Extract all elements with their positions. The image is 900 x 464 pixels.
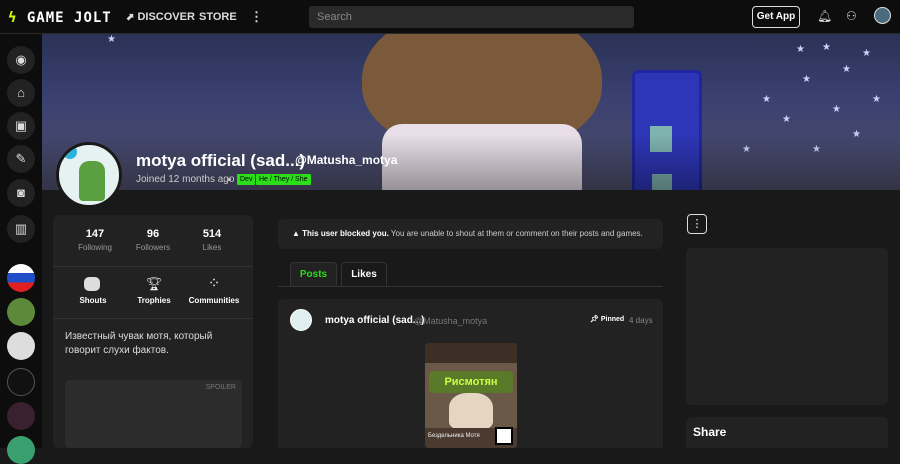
gamejolt-logo[interactable]: ϟ GAME JOLT [8,10,112,26]
profile-more-button[interactable]: ⋮ [687,214,707,234]
spoiler-block[interactable]: SPOILER [65,380,242,448]
friends-icon[interactable]: ⚇ [846,9,857,23]
community-avatar-3[interactable] [7,332,35,360]
home-icon[interactable]: ◉ [7,46,35,74]
post-author-username[interactable]: @Matusha_motya [414,316,487,326]
dev-tag: Dev [237,174,256,185]
community-avatar-4[interactable] [7,368,35,396]
profile-username: @Matusha_motya [295,153,398,167]
quests-icon[interactable]: ✎ [7,145,35,173]
community-avatar-2[interactable] [7,298,35,326]
blocked-notice: ▲ This user blocked you. You are unable … [278,219,663,249]
pinned-badge: 📌︎ Pinned [590,316,625,323]
share-title: Share [693,425,727,439]
profile-avatar[interactable] [56,142,122,208]
left-sidebar: ◉ ⌂ ▣ ✎ ◙ ▥ [0,34,42,464]
qr-code-icon [495,427,513,445]
speech-bubble-icon [84,277,100,291]
top-navbar: ϟ GAME JOLT ⬈ DISCOVER STORE ⋮ Search Ge… [0,0,900,34]
dev-badge-icon [63,145,77,159]
profile-display-name: motya official (sad...) [136,151,306,170]
user-avatar[interactable] [874,7,891,24]
profile-bio: Известный чувак мотя, который говорит сл… [65,331,213,356]
tab-posts[interactable]: Posts [290,262,337,286]
backpack-icon[interactable]: ▣ [7,112,35,140]
grid-dots-icon: ⁘ [207,275,221,292]
discover-icon: ⬈ [126,12,135,23]
pronouns-tag: He / They / She [256,174,311,185]
post-author-name[interactable]: motya official (sad...) [325,315,424,326]
bell-icon[interactable]: 🔔︎ [817,9,832,23]
trophy-icon: 🏆︎ [145,276,163,291]
warning-icon: ▲ [292,229,300,238]
tab-likes[interactable]: Likes [341,262,387,286]
joined-date: Joined 12 months ago [136,174,235,185]
community-avatar-5[interactable] [7,402,35,430]
post-timestamp: 4 days [629,316,653,325]
post-image[interactable]: Рисмотян Бездельника Мотя [425,343,517,448]
search-input[interactable]: Search [309,6,634,28]
get-app-button[interactable]: Get App [752,6,800,28]
post-author-avatar[interactable] [290,309,312,331]
store-link[interactable]: STORE [199,11,237,23]
right-panel [686,248,888,405]
community-avatar-6[interactable] [7,436,35,464]
community-avatar-1[interactable] [7,264,35,292]
more-menu-icon[interactable]: ⋮ [250,9,263,25]
store-icon[interactable]: ⌂ [7,79,35,107]
discover-link[interactable]: ⬈ DISCOVER [126,11,195,23]
library-icon[interactable]: ▥ [7,215,35,243]
creators-icon[interactable]: ◙ [7,179,35,207]
pin-icon: 📌︎ [590,316,599,323]
